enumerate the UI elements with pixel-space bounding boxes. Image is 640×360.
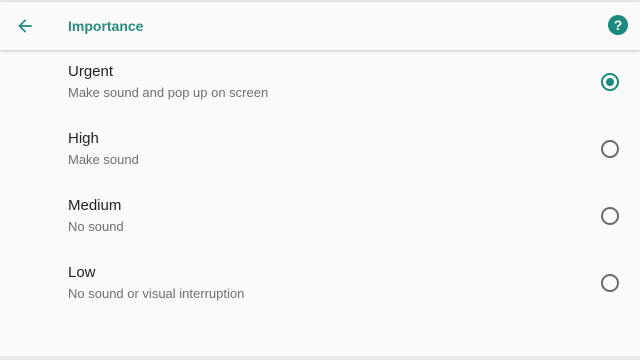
toolbar: Importance ? <box>0 2 640 50</box>
option-description: Make sound and pop up on screen <box>68 85 269 100</box>
option-description: Make sound <box>68 152 139 167</box>
option-label: Urgent <box>68 63 114 80</box>
option-high[interactable]: High Make sound <box>0 117 640 184</box>
option-label: High <box>68 130 99 147</box>
option-medium[interactable]: Medium No sound <box>0 184 640 251</box>
option-description: No sound or visual interruption <box>68 286 245 301</box>
radio-medium[interactable] <box>601 207 619 225</box>
radio-urgent[interactable] <box>601 73 619 91</box>
option-description: No sound <box>68 219 124 234</box>
option-label: Low <box>68 264 96 281</box>
option-label: Medium <box>68 197 122 214</box>
radio-low[interactable] <box>601 274 619 292</box>
page-title: Importance <box>68 18 144 34</box>
help-circle-icon: ? <box>613 17 623 33</box>
arrow-left-icon <box>18 19 32 33</box>
help-button[interactable]: ? <box>608 15 628 35</box>
radio-high[interactable] <box>601 140 619 158</box>
option-low[interactable]: Low No sound or visual interruption <box>0 251 640 318</box>
back-button[interactable] <box>10 11 40 41</box>
importance-screen: Importance ? Urgent Make sound and pop u… <box>0 2 640 356</box>
option-urgent[interactable]: Urgent Make sound and pop up on screen <box>0 50 640 117</box>
